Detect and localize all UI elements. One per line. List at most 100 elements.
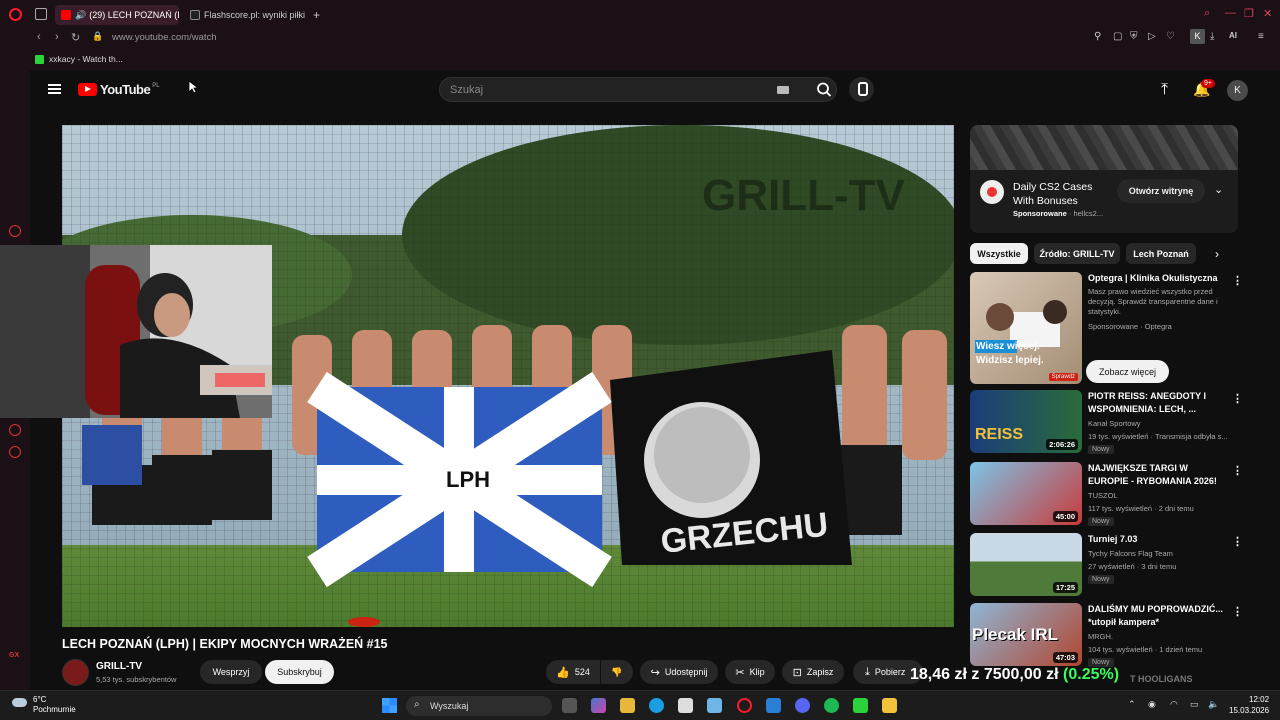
- channel-name[interactable]: GRILL-TV: [96, 661, 142, 672]
- tab-flashscore[interactable]: Flashscore.pl: wyniki piłki: [184, 5, 310, 25]
- minimize-icon[interactable]: —: [1225, 7, 1236, 19]
- subscribe-button[interactable]: Subskrybuj: [265, 660, 334, 684]
- windows-start-icon[interactable]: [382, 698, 397, 713]
- search-tabs-icon[interactable]: ⌕: [1204, 7, 1210, 20]
- bookmark-item[interactable]: xxkacy - Watch th...: [35, 54, 123, 64]
- aria-ai-button[interactable]: AI: [1229, 31, 1237, 40]
- video-thumbnail[interactable]: REISS 2:06:26: [970, 390, 1082, 453]
- volume-icon[interactable]: 🔈: [1208, 699, 1219, 710]
- rec-title[interactable]: NAJWIĘKSZE TARGI W EUROPIE - RYBOMANIA 2…: [1088, 462, 1223, 488]
- new-badge: Nowy: [1088, 445, 1114, 454]
- sidebar-settings-icon[interactable]: [9, 446, 21, 458]
- clip-button[interactable]: ✂ Klip: [725, 660, 775, 684]
- wifi-icon[interactable]: ◠: [1170, 699, 1178, 710]
- sidebar-clock-icon[interactable]: [9, 424, 21, 436]
- sidebar-history-icon[interactable]: [9, 225, 21, 237]
- battery-icon[interactable]: ▭: [1190, 699, 1199, 710]
- keyboard-icon[interactable]: [777, 86, 789, 94]
- chip-lech[interactable]: Lech Poznań: [1126, 243, 1196, 264]
- store-icon[interactable]: [678, 698, 693, 713]
- tray-chevron-icon[interactable]: ⌃: [1128, 699, 1136, 710]
- tab-youtube[interactable]: 🔊 (29) LECH POZNAŃ (L: [55, 5, 179, 25]
- chevron-right-icon[interactable]: ›: [1215, 247, 1219, 261]
- channel-avatar[interactable]: [62, 659, 89, 686]
- kick-icon[interactable]: [853, 698, 868, 713]
- rec-channel[interactable]: Tychy Falcons Flag Team: [1088, 549, 1173, 558]
- rec-title[interactable]: Optegra | Klinika Okulistyczna: [1088, 272, 1223, 285]
- list-item[interactable]: Wiesz więcej. Widzisz lepiej. Sprawdź Op…: [970, 272, 1260, 384]
- pin-icon[interactable]: ⚲: [1094, 31, 1101, 42]
- spotify-icon[interactable]: [824, 698, 839, 713]
- list-item[interactable]: 45:00 NAJWIĘKSZE TARGI W EUROPIE - RYBOM…: [970, 462, 1260, 526]
- menu-icon[interactable]: ≡: [1258, 31, 1264, 42]
- list-item[interactable]: Plecak IRL 47:03 DALIŚMY MU POPROWADZIĆ.…: [970, 603, 1260, 667]
- reload-icon[interactable]: ↻: [71, 31, 80, 44]
- edge-icon[interactable]: [649, 698, 664, 713]
- profile-avatar[interactable]: K: [1190, 29, 1205, 44]
- url-field[interactable]: www.youtube.com/watch: [112, 32, 217, 43]
- discord-icon[interactable]: [795, 698, 810, 713]
- list-item[interactable]: REISS 2:06:26 PIOTR REISS: ANEGDOTY I WS…: [970, 390, 1260, 454]
- video-thumbnail[interactable]: 17:25: [970, 533, 1082, 596]
- forward-icon[interactable]: ›: [55, 31, 59, 43]
- maximize-icon[interactable]: ❐: [1244, 7, 1254, 20]
- voice-search-icon[interactable]: [849, 77, 874, 102]
- video-thumbnail[interactable]: 45:00: [970, 462, 1082, 525]
- download-icon[interactable]: ⤓: [1210, 31, 1214, 42]
- youtube-logo[interactable]: YouTube PL: [78, 82, 160, 97]
- more-options-icon[interactable]: ⋮: [1232, 535, 1243, 548]
- like-button[interactable]: 👍 524: [546, 660, 600, 684]
- dislike-button[interactable]: 👎: [601, 660, 633, 684]
- more-options-icon[interactable]: ⋮: [1232, 464, 1243, 477]
- chevron-down-icon[interactable]: ⌄: [1214, 183, 1223, 196]
- heart-icon[interactable]: ♡: [1166, 31, 1175, 42]
- list-item[interactable]: 17:25 Turniej 7.03 Tychy Falcons Flag Te…: [970, 533, 1260, 597]
- gx-logo-icon[interactable]: GX: [9, 652, 19, 659]
- network-icon[interactable]: ◉: [1148, 699, 1156, 710]
- ad-visit-button[interactable]: Otwórz witrynę: [1117, 179, 1205, 203]
- shield-icon[interactable]: ⛨: [1130, 31, 1138, 42]
- search-input[interactable]: [450, 82, 750, 98]
- sponsored-ad[interactable]: Daily CS2 Cases With Bonuses Sponsorowan…: [970, 125, 1238, 233]
- close-icon[interactable]: ✕: [1263, 7, 1272, 20]
- mail-icon[interactable]: [766, 698, 781, 713]
- file-explorer-icon[interactable]: [620, 698, 635, 713]
- rec-channel[interactable]: Kanał Sportowy: [1088, 419, 1141, 428]
- taskbar-search[interactable]: ⌕ Wyszukaj: [406, 696, 552, 716]
- video-thumbnail[interactable]: Wiesz więcej. Widzisz lepiej. Sprawdź: [970, 272, 1082, 384]
- upload-icon[interactable]: ⤒: [1161, 81, 1168, 99]
- player-icon[interactable]: ▷: [1148, 31, 1156, 42]
- lock-icon[interactable]: 🔒: [92, 31, 103, 42]
- notepad-icon[interactable]: [882, 698, 897, 713]
- rec-title[interactable]: DALIŚMY MU POPROWADZIĆ... *utopił kamper…: [1088, 603, 1223, 629]
- rec-title[interactable]: PIOTR REISS: ANEGDOTY I WSPOMNIENIA: LEC…: [1088, 390, 1223, 416]
- task-view-icon[interactable]: [562, 698, 577, 713]
- tab-overview-icon[interactable]: [35, 8, 47, 20]
- save-button[interactable]: ⊡ Zapisz: [782, 660, 844, 684]
- snapshot-icon[interactable]: ▢: [1113, 31, 1122, 42]
- rec-channel[interactable]: TUSZOL: [1088, 491, 1118, 500]
- opera-logo-icon[interactable]: [9, 8, 22, 21]
- more-options-icon[interactable]: ⋮: [1232, 274, 1243, 287]
- guide-menu-icon[interactable]: [48, 84, 61, 94]
- address-bar: ‹ › ↻ 🔒 www.youtube.com/watch ⚲ ▢ ⛨ ▷ ♡ …: [0, 28, 1280, 50]
- account-avatar[interactable]: K: [1227, 80, 1248, 101]
- search-icon[interactable]: [811, 78, 838, 101]
- more-options-icon[interactable]: ⋮: [1232, 605, 1243, 618]
- more-options-icon[interactable]: ⋮: [1232, 392, 1243, 405]
- rec-title[interactable]: Turniej 7.03: [1088, 533, 1223, 546]
- back-icon[interactable]: ‹: [37, 31, 41, 43]
- photos-icon[interactable]: [707, 698, 722, 713]
- video-thumbnail[interactable]: Plecak IRL 47:03: [970, 603, 1082, 666]
- new-tab-button[interactable]: +: [313, 8, 320, 22]
- rec-channel[interactable]: MRGH.: [1088, 632, 1113, 641]
- system-clock[interactable]: 12:02 15.03.2026: [1229, 694, 1269, 716]
- opera-gx-icon[interactable]: [737, 698, 752, 713]
- chip-source[interactable]: Źródło: GRILL-TV: [1034, 243, 1120, 264]
- see-more-button[interactable]: Zobacz więcej: [1086, 360, 1169, 383]
- speaker-icon[interactable]: 🔊: [75, 10, 86, 21]
- support-button[interactable]: Wesprzyj: [200, 660, 262, 684]
- chip-all[interactable]: Wszystkie: [970, 243, 1028, 264]
- share-button[interactable]: ↪ Udostępnij: [640, 660, 718, 684]
- copilot-icon[interactable]: [591, 698, 606, 713]
